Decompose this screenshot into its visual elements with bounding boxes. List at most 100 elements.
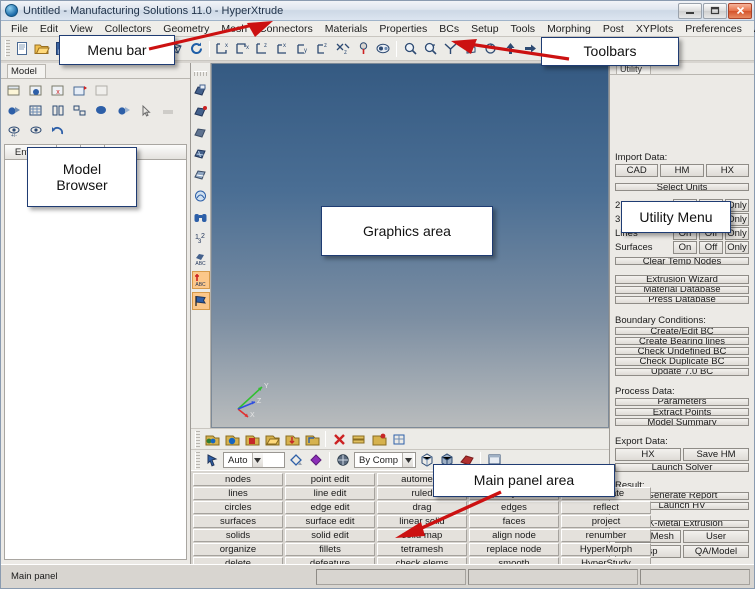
shaded-elems-icon[interactable]: [114, 102, 134, 120]
scale-icon[interactable]: z: [333, 39, 353, 59]
new-assembly-icon[interactable]: [70, 82, 90, 100]
select-units-button[interactable]: Select Units: [615, 183, 749, 191]
by-comp-icon[interactable]: [333, 450, 353, 470]
parameters-button[interactable]: Parameters: [615, 398, 749, 406]
annotation-abc-icon[interactable]: ABC: [192, 271, 210, 289]
panel-button-point-edit[interactable]: point edit: [285, 473, 375, 486]
rotate-x-icon[interactable]: x: [213, 39, 233, 59]
create-edit-bc-button[interactable]: Create/Edit BC: [615, 327, 749, 335]
display-isolate-icon[interactable]: [70, 102, 90, 120]
panel-button-reflect[interactable]: reflect: [561, 501, 651, 514]
menu-item-collectors[interactable]: Collectors: [99, 22, 158, 36]
menu-item-applications[interactable]: Applications: [748, 22, 755, 36]
panel-button-line-edit[interactable]: line edit: [285, 487, 375, 500]
material-database-button[interactable]: Material Database: [615, 286, 749, 294]
panel-button-edges[interactable]: edges: [469, 501, 559, 514]
select-mode-combo[interactable]: Auto: [223, 452, 285, 468]
panel-button-lines[interactable]: lines: [193, 487, 283, 500]
display-reverse-icon[interactable]: [48, 102, 68, 120]
optimization-icon[interactable]: [192, 187, 210, 205]
translate-x-icon[interactable]: x: [273, 39, 293, 59]
mesh-lines-icon[interactable]: [158, 102, 178, 120]
color-fill-icon[interactable]: [286, 450, 306, 470]
launch-solver-button[interactable]: Launch Solver: [615, 463, 749, 471]
new-component-icon[interactable]: [4, 82, 24, 100]
find-binoculars-icon[interactable]: [192, 208, 210, 226]
display-toolbar-grip[interactable]: [195, 452, 200, 469]
export-hx-button[interactable]: HX: [615, 448, 681, 461]
menu-item-xyplots[interactable]: XYPlots: [630, 22, 679, 36]
import-hm-button[interactable]: HM: [660, 164, 703, 177]
panel-button-replace-node[interactable]: replace node: [469, 543, 559, 556]
system-collector-icon[interactable]: [302, 429, 322, 449]
panel-button-solid-edit[interactable]: solid edit: [285, 529, 375, 542]
user-button[interactable]: User: [683, 530, 749, 543]
toolbar-grip[interactable]: [5, 40, 10, 57]
extrusion-wizard-button[interactable]: Extrusion Wizard: [615, 275, 749, 283]
menu-item-properties[interactable]: Properties: [373, 22, 433, 36]
panel-button-circles[interactable]: circles: [193, 501, 283, 514]
isolate-only-icon[interactable]: [26, 122, 46, 140]
extract-points-button[interactable]: Extract Points: [615, 408, 749, 416]
new-file-icon[interactable]: [12, 39, 32, 59]
model-browser-tree[interactable]: [4, 159, 187, 560]
rotate-view-icon[interactable]: [480, 39, 500, 59]
mesh-edit-icon[interactable]: [192, 166, 210, 184]
paint-icon[interactable]: [306, 450, 326, 470]
toggle-surfaces-on[interactable]: On: [673, 241, 697, 254]
pan-hand-icon[interactable]: [460, 39, 480, 59]
show-hide-icon[interactable]: +/-: [4, 122, 24, 140]
toggle-surfaces-off[interactable]: Off: [699, 241, 723, 254]
menu-item-morphing[interactable]: Morphing: [541, 22, 597, 36]
check-undefined-bc-button[interactable]: Check Undefined BC: [615, 347, 749, 355]
mask-icon[interactable]: [373, 39, 393, 59]
refresh-icon[interactable]: [186, 39, 206, 59]
model-summary-button[interactable]: Model Summary: [615, 418, 749, 426]
new-property-icon[interactable]: [26, 82, 46, 100]
press-database-button[interactable]: Press Database: [615, 296, 749, 304]
geometry-panel-icon[interactable]: [192, 82, 210, 100]
create-bearing-lines-button[interactable]: Create Bearing lines: [615, 337, 749, 345]
menu-item-file[interactable]: File: [5, 22, 34, 36]
pointer-icon[interactable]: [136, 102, 156, 120]
menu-item-post[interactable]: Post: [597, 22, 630, 36]
update-70-bc-button[interactable]: Update 7.0 BC: [615, 368, 749, 376]
flag-icon[interactable]: [192, 292, 210, 310]
panel-button-edge-edit[interactable]: edge edit: [285, 501, 375, 514]
load-collector-icon[interactable]: [282, 429, 302, 449]
geometry-edit-icon[interactable]: [192, 103, 210, 121]
display-all-icon[interactable]: [4, 102, 24, 120]
menu-item-connectors[interactable]: Connectors: [253, 22, 319, 36]
panel-button-fillets[interactable]: fillets: [285, 543, 375, 556]
clear-temp-nodes-button[interactable]: Clear Temp Nodes: [615, 257, 749, 265]
menu-item-geometry[interactable]: Geometry: [157, 22, 215, 36]
panel-button-renumber[interactable]: renumber: [561, 529, 651, 542]
import-cad-button[interactable]: CAD: [615, 164, 658, 177]
chevron-down-icon[interactable]: [252, 453, 263, 467]
delete-x-icon[interactable]: [329, 429, 349, 449]
menu-item-setup[interactable]: Setup: [465, 22, 504, 36]
arrow-up-icon[interactable]: [500, 39, 520, 59]
panel-button-drag[interactable]: drag: [377, 501, 467, 514]
material-collector-icon[interactable]: [242, 429, 262, 449]
mesh-abc-icon[interactable]: ABC: [192, 250, 210, 268]
menu-item-preferences[interactable]: Preferences: [679, 22, 748, 36]
zoom-out-icon[interactable]: [420, 39, 440, 59]
import-hx-button[interactable]: HX: [706, 164, 749, 177]
pick-icon[interactable]: [202, 450, 222, 470]
undo-icon[interactable]: [48, 122, 68, 140]
tab-model[interactable]: Model: [7, 64, 46, 78]
rotate-y-icon[interactable]: x: [233, 39, 253, 59]
menu-item-view[interactable]: View: [64, 22, 99, 36]
panel-button-nodes[interactable]: nodes: [193, 473, 283, 486]
rotate-z-icon[interactable]: z: [253, 39, 273, 59]
zoom-in-icon[interactable]: [400, 39, 420, 59]
translate-y-icon[interactable]: y: [293, 39, 313, 59]
collector-toolbar-grip[interactable]: [195, 431, 200, 448]
panel-button-organize[interactable]: organize: [193, 543, 283, 556]
panel-button-align-node[interactable]: align node: [469, 529, 559, 542]
property-collector-icon[interactable]: [222, 429, 242, 449]
assembly-collector-icon[interactable]: [262, 429, 282, 449]
panel-button-hypermorph[interactable]: HyperMorph: [561, 543, 651, 556]
numbers-icon[interactable]: 132: [192, 229, 210, 247]
